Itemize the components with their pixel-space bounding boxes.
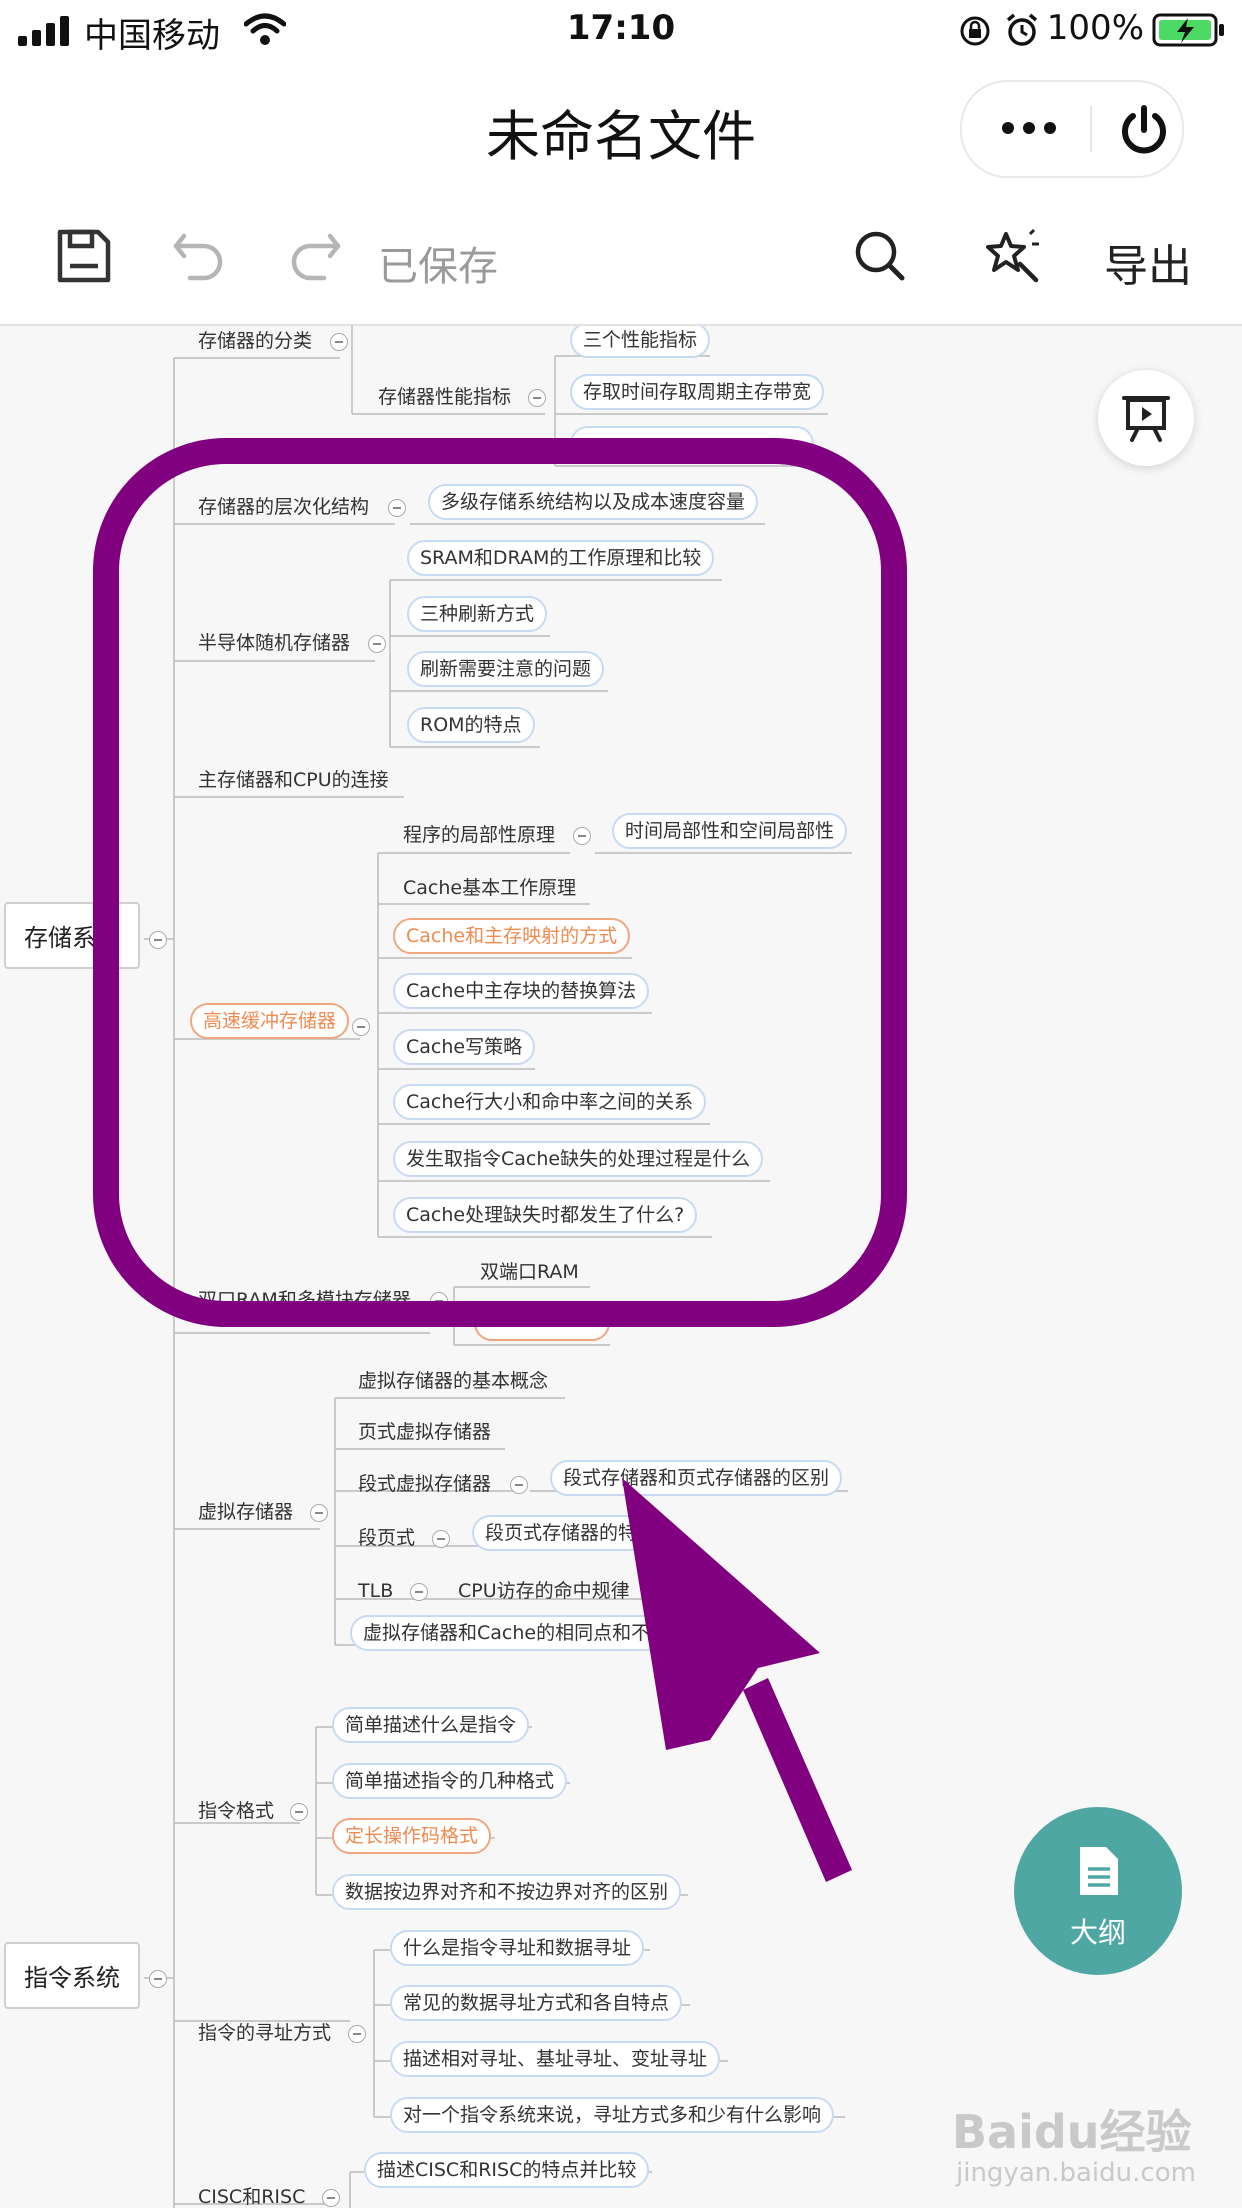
- export-button[interactable]: 导出: [1104, 230, 1192, 294]
- collapse-toggle[interactable]: [322, 2189, 340, 2207]
- collapse-toggle[interactable]: [348, 2025, 366, 2043]
- root-node-storage[interactable]: 存储系统: [4, 902, 140, 969]
- node-cache-miss-fetch[interactable]: 发生取指令Cache缺失的处理过程是什么: [393, 1141, 764, 1177]
- battery-percentage: 100%: [1046, 8, 1144, 48]
- collapse-toggle[interactable]: [432, 1530, 450, 1548]
- node-addressing[interactable]: 指令的寻址方式: [198, 2022, 331, 2044]
- node-perf-three[interactable]: 三个性能指标: [570, 326, 711, 358]
- node-paged-virtual[interactable]: 页式虚拟存储器: [358, 1421, 491, 1443]
- node-dual-port-ram[interactable]: 双端口RAM: [480, 1261, 579, 1283]
- node-relative-addr[interactable]: 描述相对寻址、基址寻址、变址寻址: [390, 2041, 721, 2077]
- collapse-toggle[interactable]: [573, 827, 591, 845]
- node-locality[interactable]: 程序的局部性原理: [403, 824, 555, 846]
- node-cisc-risc-compare[interactable]: 描述CISC和RISC的特点并比较: [364, 2152, 650, 2188]
- node-what-inst[interactable]: 简单描述什么是指令: [332, 1707, 530, 1743]
- style-magic-icon[interactable]: [984, 226, 1044, 286]
- node-refresh-modes[interactable]: 三种刷新方式: [407, 596, 548, 632]
- node-rom[interactable]: ROM的特点: [407, 707, 535, 743]
- power-icon[interactable]: [1118, 104, 1170, 156]
- node-alignment[interactable]: 数据按边界对齐和不按边界对齐的区别: [332, 1874, 682, 1910]
- node-hierarchy-cost[interactable]: 多级存储系统结构以及成本速度容量: [428, 484, 759, 520]
- node-refresh-issues[interactable]: 刷新需要注意的问题: [407, 651, 605, 687]
- collapse-toggle[interactable]: [430, 1292, 448, 1310]
- node-common-addr[interactable]: 常见的数据寻址方式和各自特点: [390, 1985, 683, 2021]
- status-bar: 中国移动 17:10 100%: [0, 0, 1242, 62]
- node-inst-formats[interactable]: 简单描述指令的几种格式: [332, 1763, 568, 1799]
- node-memory-cpu-conn[interactable]: 主存储器和CPU的连接: [198, 769, 389, 791]
- node-cache-replace[interactable]: Cache中主存块的替换算法: [393, 973, 650, 1009]
- collapse-toggle[interactable]: [510, 1476, 528, 1494]
- root-node-instruction[interactable]: 指令系统: [4, 1942, 140, 2009]
- nav-bar: 未命名文件: [0, 62, 1242, 192]
- alarm-icon: [1006, 13, 1038, 46]
- collapse-toggle[interactable]: [290, 1803, 308, 1821]
- node-dual-hidden[interactable]: [474, 1305, 610, 1341]
- collapse-toggle[interactable]: [410, 1583, 428, 1601]
- collapse-toggle[interactable]: [149, 1970, 167, 1988]
- node-cache-mapping[interactable]: Cache和主存映射的方式: [393, 918, 631, 954]
- present-button[interactable]: [1098, 370, 1194, 466]
- collapse-toggle[interactable]: [352, 1018, 370, 1036]
- collapse-toggle[interactable]: [310, 1504, 328, 1522]
- node-cisc-risc[interactable]: CISC和RISC: [198, 2186, 305, 2208]
- capsule-divider: [1090, 106, 1092, 152]
- node-inst-format[interactable]: 指令格式: [198, 1800, 274, 1822]
- node-sram-dram[interactable]: SRAM和DRAM的工作原理和比较: [407, 540, 715, 576]
- node-cache-write[interactable]: Cache写策略: [393, 1029, 536, 1065]
- node-perf-access[interactable]: 存取时间存取周期主存带宽: [570, 374, 825, 410]
- save-icon[interactable]: [54, 226, 114, 286]
- redo-icon[interactable]: [284, 226, 344, 286]
- more-icon[interactable]: [1000, 114, 1058, 142]
- collapse-toggle[interactable]: [528, 389, 546, 407]
- node-fixed-opcode[interactable]: 定长操作码格式: [332, 1818, 492, 1854]
- node-virtual-concept[interactable]: 虚拟存储器的基本概念: [358, 1370, 548, 1392]
- node-dual-port[interactable]: 双口RAM和多模块存储器: [198, 1289, 411, 1311]
- node-inst-data-addr[interactable]: 什么是指令寻址和数据寻址: [390, 1930, 645, 1966]
- node-perf-hidden[interactable]: [570, 426, 814, 462]
- node-semiconductor-ram[interactable]: 半导体随机存储器: [198, 632, 350, 654]
- watermark-logo: Baidu经验: [952, 2105, 1192, 2159]
- collapse-toggle[interactable]: [330, 333, 348, 351]
- node-cache-linesize[interactable]: Cache行大小和命中率之间的关系: [393, 1084, 707, 1120]
- battery-charging-icon: [1152, 13, 1224, 47]
- collapse-toggle[interactable]: [388, 499, 406, 517]
- node-hierarchy[interactable]: 存储器的层次化结构: [198, 496, 369, 518]
- outline-button[interactable]: 大纲: [1014, 1807, 1182, 1975]
- node-seg-vs-page[interactable]: 段式存储器和页式存储器的区别: [550, 1460, 843, 1496]
- node-virtual-vs-cache[interactable]: 虚拟存储器和Cache的相同点和不: [350, 1615, 664, 1651]
- undo-icon[interactable]: [170, 226, 230, 286]
- rotation-lock-icon: [960, 16, 990, 46]
- node-perf-metrics[interactable]: 存储器性能指标: [378, 386, 511, 408]
- node-cache-miss-handle[interactable]: Cache处理缺失时都发生了什么?: [393, 1197, 698, 1233]
- node-cache[interactable]: 高速缓冲存储器: [190, 1003, 350, 1039]
- node-segmented-virtual[interactable]: 段式虚拟存储器: [358, 1473, 491, 1495]
- editor-toolbar: 已保存 导出: [0, 192, 1242, 326]
- node-storage-classify[interactable]: 存储器的分类: [198, 330, 312, 352]
- miniprogram-capsule: [960, 80, 1184, 178]
- search-icon[interactable]: [850, 226, 910, 286]
- node-cpu-hit[interactable]: CPU访存的命中规律: [458, 1580, 630, 1602]
- node-virtual-memory[interactable]: 虚拟存储器: [198, 1501, 293, 1523]
- presentation-icon: [1122, 396, 1170, 442]
- node-addr-impact[interactable]: 对一个指令系统来说，寻址方式多和少有什么影响: [390, 2097, 835, 2133]
- node-seg-page[interactable]: 段页式: [358, 1527, 415, 1549]
- watermark-url: jingyan.baidu.com: [956, 2158, 1196, 2188]
- node-tlb[interactable]: TLB: [358, 1580, 393, 1602]
- outline-label: 大纲: [1069, 1916, 1126, 1949]
- node-cache-basic[interactable]: Cache基本工作原理: [403, 877, 576, 899]
- document-icon: [1080, 1847, 1118, 1895]
- collapse-toggle[interactable]: [368, 635, 386, 653]
- collapse-toggle[interactable]: [149, 931, 167, 949]
- node-seg-page-feature[interactable]: 段页式存储器的特: [472, 1515, 651, 1551]
- save-status: 已保存: [378, 244, 498, 290]
- node-locality-types[interactable]: 时间局部性和空间局部性: [612, 813, 848, 849]
